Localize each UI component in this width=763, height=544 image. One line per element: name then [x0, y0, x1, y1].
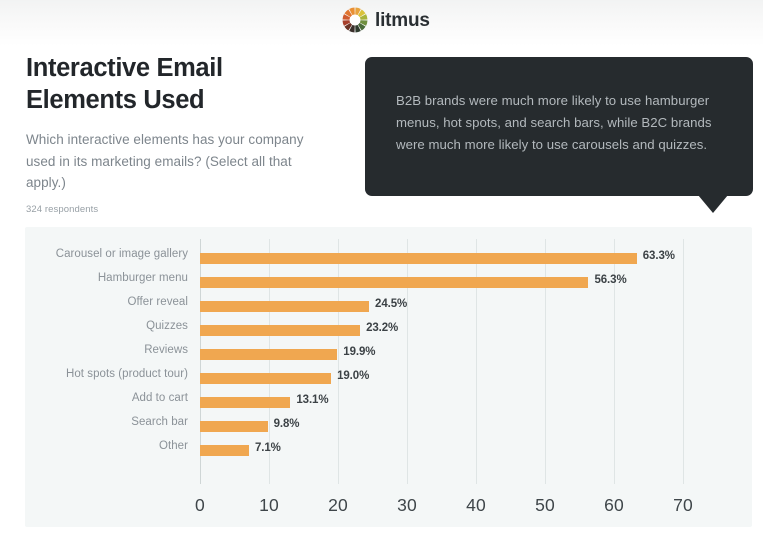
brand-logo: litmus: [342, 7, 430, 33]
bar-chart-plot: Carousel or image gallery 63.3% Hamburger …: [56, 239, 684, 484]
bar[interactable]: [200, 277, 589, 288]
bar-row[interactable]: Offer reveal 24.5%: [128, 295, 683, 319]
bar[interactable]: [200, 301, 370, 312]
brand-name: litmus: [375, 9, 430, 31]
insight-callout-pointer: [698, 195, 728, 213]
page-title-line-2: Elements Used: [26, 86, 205, 115]
bar-category-label: Hamburger menu: [97, 272, 188, 284]
bar-row[interactable]: Hamburger menu 56.3%: [98, 271, 683, 295]
headline-block: Interactive Email Elements Used Which in…: [26, 52, 326, 215]
x-tick-label: 10: [259, 495, 279, 515]
bar-category-label: Offer reveal: [127, 296, 188, 308]
x-tick-label: 60: [604, 495, 624, 515]
bar-row[interactable]: Carousel or image gallery 63.3%: [56, 247, 683, 271]
bar-row[interactable]: Search bar 9.8%: [131, 415, 683, 439]
bar-value-label: 63.3%: [642, 250, 675, 262]
bar-value-label: 23.2%: [366, 322, 399, 334]
bar-category-label: Search bar: [131, 416, 188, 428]
x-tick-label: 50: [535, 495, 555, 515]
bar[interactable]: [200, 373, 332, 384]
bar[interactable]: [200, 397, 291, 408]
bar-category-label: Carousel or image gallery: [55, 248, 188, 260]
bar-value-label: 9.8%: [273, 418, 300, 430]
bar[interactable]: [200, 253, 637, 264]
bar-category-label: Add to cart: [131, 392, 188, 404]
x-tick-label: 40: [466, 495, 486, 515]
bar-category-label: Other: [158, 440, 188, 452]
bar-row[interactable]: Quizzes 23.2%: [146, 319, 683, 343]
page-title: Interactive Email Elements Used: [26, 52, 326, 117]
insight-callout: B2B brands were much more likely to use …: [365, 57, 753, 196]
chart-panel: Carousel or image gallery 63.3% Hamburger …: [25, 227, 752, 527]
bar-category-label: Hot spots (product tour): [65, 368, 188, 380]
bar-value-label: 24.5%: [375, 298, 408, 310]
bar-value-label: 19.0%: [337, 370, 370, 382]
page-title-line-1: Interactive Email: [26, 54, 223, 82]
insight-callout-text: B2B brands were much more likely to use …: [396, 93, 712, 153]
bar-value-label: 7.1%: [254, 442, 281, 454]
bar[interactable]: [200, 349, 338, 360]
x-tick-label: 70: [673, 495, 693, 515]
bar-row[interactable]: Reviews 19.9%: [144, 343, 683, 367]
bar-value-label: 56.3%: [594, 274, 627, 286]
x-tick-label: 0: [195, 495, 205, 515]
bar-row[interactable]: Hot spots (product tour) 19.0%: [66, 367, 683, 391]
bar-category-label: Quizzes: [146, 320, 188, 332]
bar-row[interactable]: Other 7.1%: [159, 439, 683, 463]
color-wheel-icon: [342, 7, 368, 33]
x-tick-label: 20: [328, 495, 348, 515]
page-subtitle: Which interactive elements has your comp…: [26, 131, 304, 191]
gridline-70: [683, 239, 684, 484]
bar-value-label: 13.1%: [296, 394, 329, 406]
bar-row[interactable]: Add to cart 13.1%: [132, 391, 683, 415]
bar-category-label: Reviews: [144, 344, 188, 356]
respondents-count: 324 respondents: [26, 204, 99, 216]
bar[interactable]: [200, 445, 249, 456]
bar[interactable]: [200, 325, 361, 336]
bar[interactable]: [200, 421, 268, 432]
x-tick-label: 30: [397, 495, 417, 515]
bar-value-label: 19.9%: [343, 346, 376, 358]
